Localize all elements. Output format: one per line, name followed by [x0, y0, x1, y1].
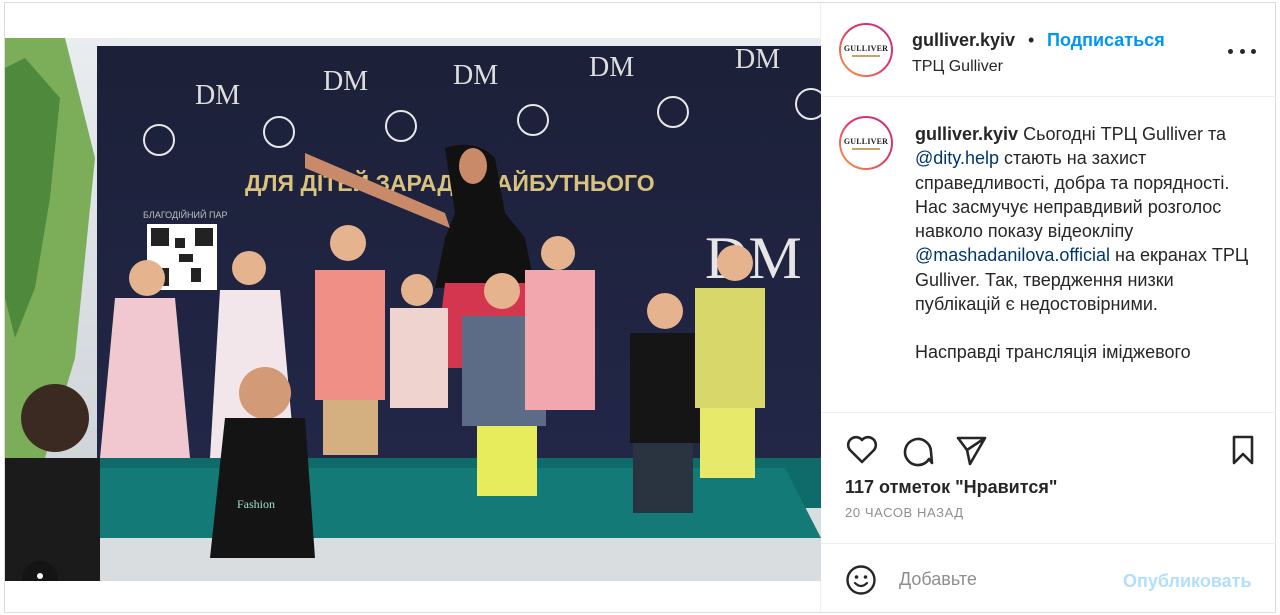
svg-text:Fashion: Fashion [237, 497, 275, 511]
avatar-logo-line [852, 54, 880, 57]
caption-text: gulliver.kyiv Сьогодні ТРЦ Gulliver та @… [915, 122, 1255, 389]
comment-icon[interactable] [901, 433, 935, 467]
location-link[interactable]: ТРЦ Gulliver [912, 58, 1003, 76]
svg-text:DM: DM [195, 80, 240, 111]
avatar-logo-text: GULLIVER [843, 43, 889, 53]
follow-button[interactable]: Подписаться [1047, 30, 1165, 51]
post-timestamp[interactable]: 20 ЧАСОВ НАЗАД [845, 505, 964, 520]
dot-icon [1239, 48, 1245, 54]
media-pane: DM DM DM DM DM ДЛЯ ДІТЕЙ ЗАРАДИ МАЙБУТНЬ… [5, 3, 821, 612]
post-photo[interactable]: DM DM DM DM DM ДЛЯ ДІТЕЙ ЗАРАДИ МАЙБУТНЬ… [5, 38, 821, 581]
emoji-icon[interactable] [845, 564, 877, 596]
share-icon[interactable] [954, 433, 988, 467]
action-bar: 117 отметок "Нравится" 20 ЧАСОВ НАЗАД [821, 412, 1276, 542]
mention-link[interactable]: @mashadanilova.official [915, 245, 1110, 265]
separator-dot: • [1028, 30, 1035, 50]
svg-text:DM: DM [735, 44, 780, 75]
caption-part: Сьогодні ТРЦ Gulliver та [1018, 124, 1227, 144]
post-side-panel: GULLIVER gulliver.kyiv • Подписаться ТРЦ… [821, 3, 1276, 612]
dot-icon [1228, 48, 1233, 54]
heart-icon[interactable] [845, 433, 879, 467]
avatar-logo-line [852, 147, 880, 150]
username-link[interactable]: gulliver.kyiv [912, 30, 1015, 51]
caption-paragraph: Насправді трансляція іміджевого [915, 342, 1191, 363]
avatar[interactable]: GULLIVER [839, 23, 893, 77]
avatar-logo-text: GULLIVER [843, 136, 889, 146]
bookmark-icon[interactable] [1226, 433, 1260, 467]
svg-text:DM: DM [453, 60, 498, 91]
comment-box: Опубликовать [821, 543, 1276, 612]
user-icon [37, 573, 43, 579]
likes-count[interactable]: 117 отметок "Нравится" [845, 477, 1057, 498]
more-options-button[interactable] [1228, 39, 1256, 63]
caption-avatar[interactable]: GULLIVER [839, 116, 893, 170]
post-dialog: DM DM DM DM DM ДЛЯ ДІТЕЙ ЗАРАДИ МАЙБУТНЬ… [4, 2, 1276, 613]
mention-link[interactable]: @dity.help [915, 148, 999, 168]
svg-text:БЛАГОДІЙНИЙ ПАР: БЛАГОДІЙНИЙ ПАР [143, 209, 227, 220]
post-comment-button[interactable]: Опубликовать [1123, 571, 1252, 592]
svg-text:DM: DM [323, 66, 368, 97]
caption-username-link[interactable]: gulliver.kyiv [915, 124, 1018, 144]
post-header: GULLIVER gulliver.kyiv • Подписаться ТРЦ… [821, 3, 1276, 97]
svg-text:DM: DM [589, 52, 634, 83]
comment-input[interactable] [899, 562, 1109, 596]
caption-section: GULLIVER gulliver.kyiv Сьогодні ТРЦ Gull… [821, 98, 1276, 412]
dot-icon [1251, 48, 1256, 54]
